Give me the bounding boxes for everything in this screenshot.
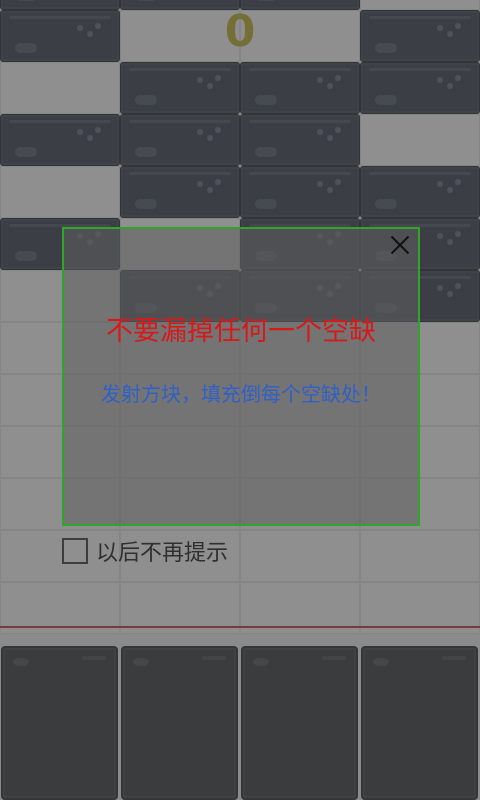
dont-show-again-checkbox[interactable] <box>62 538 88 564</box>
close-icon[interactable] <box>388 233 412 257</box>
dont-show-again-label: 以后不再提示 <box>96 541 229 566</box>
dialog-title: 不要漏掉任何一个空缺 <box>106 316 376 347</box>
hint-dialog: 不要漏掉任何一个空缺 发射方块，填充倒每个空缺处！ <box>62 227 420 526</box>
dont-show-again[interactable]: 以后不再提示 <box>62 536 228 566</box>
dialog-subtitle: 发射方块，填充倒每个空缺处！ <box>101 382 381 406</box>
